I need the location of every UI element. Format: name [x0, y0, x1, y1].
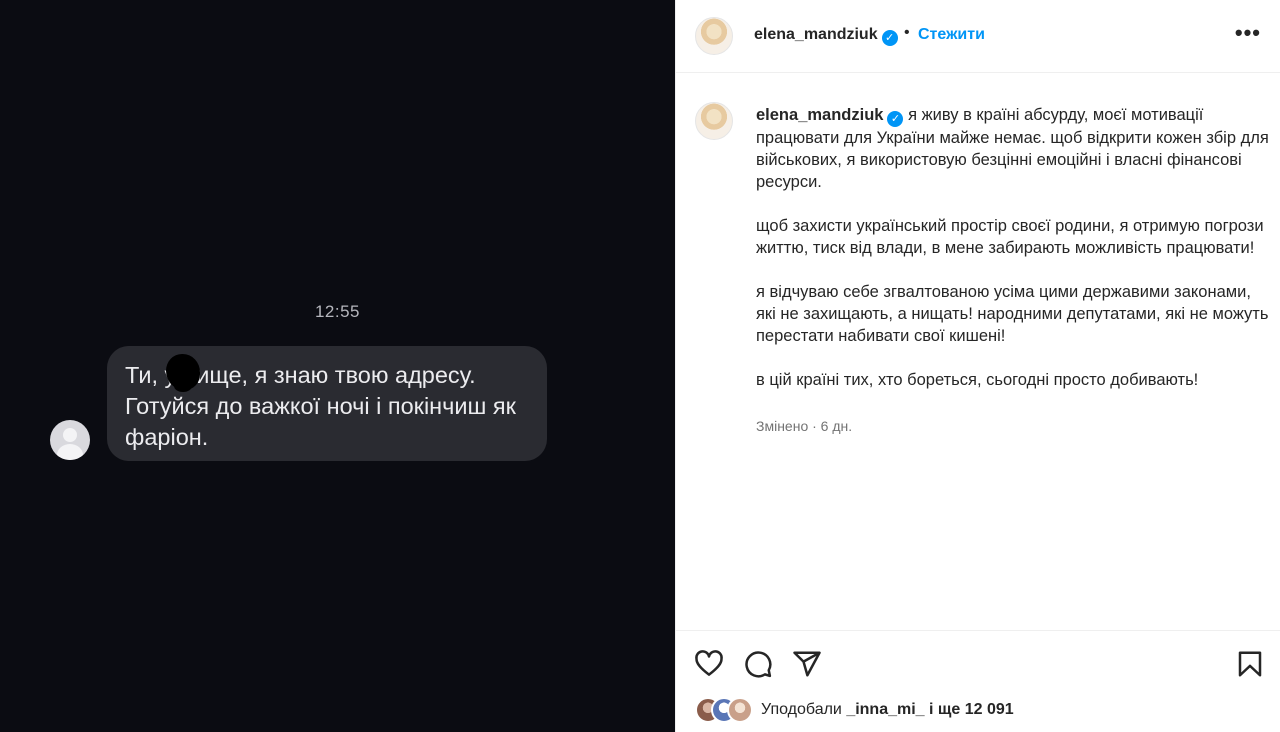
caption-author-avatar[interactable]: [695, 102, 733, 140]
share-icon[interactable]: [792, 649, 822, 679]
caption-edited-meta: Змінено · 6 дн.: [756, 418, 853, 434]
separator-dot: •: [904, 24, 910, 41]
dm-message-line: Готуйся до важкої ночі і покінчиш як: [125, 393, 516, 419]
follow-button[interactable]: Стежити: [918, 26, 985, 44]
verified-badge-icon: ✓: [887, 111, 904, 127]
post-header: elena_mandziuk ✓ • Стежити •••: [676, 0, 1280, 73]
dm-message-line: фаріон.: [125, 424, 209, 450]
likes-text: Уподобали _inna_mi_ і ще 12 091: [761, 701, 1014, 719]
post-panel: elena_mandziuk ✓ • Стежити ••• elena_mand…: [675, 0, 1280, 732]
more-options-icon[interactable]: •••: [1235, 20, 1261, 46]
caption-paragraph: я відчуваю себе згвалтованою усіма цими …: [756, 283, 1269, 345]
liker-avatar: [727, 697, 753, 723]
bookmark-icon[interactable]: [1235, 649, 1265, 679]
sender-avatar: [50, 420, 90, 460]
caption-text: elena_mandziuk ✓ я живу в країні абсурду,…: [756, 104, 1272, 413]
heart-icon[interactable]: [694, 649, 724, 679]
post-image[interactable]: 12:55 Ти, у бище, я знаю твою адресу. Го…: [0, 0, 675, 732]
likes-count[interactable]: і ще 12 091: [929, 701, 1014, 718]
author-username-link[interactable]: elena_mandziuk ✓: [754, 26, 898, 46]
comment-icon[interactable]: [743, 649, 773, 679]
dm-timestamp: 12:55: [314, 302, 361, 321]
action-bar: Уподобали _inna_mi_ і ще 12 091: [676, 630, 1280, 732]
caption-paragraph: щоб захисти український простір своєї ро…: [756, 217, 1264, 257]
caption-section: elena_mandziuk ✓ я живу в країні абсурду,…: [676, 74, 1280, 630]
author-avatar[interactable]: [695, 17, 733, 55]
author-username[interactable]: elena_mandziuk: [754, 26, 878, 43]
caption-paragraph: elena_mandziuk ✓ я живу в країні абсурду,…: [756, 104, 1272, 193]
liker-username-link[interactable]: _inna_mi_: [846, 701, 924, 718]
censor-blot: [166, 354, 200, 392]
caption-username[interactable]: elena_mandziuk: [756, 106, 883, 124]
caption-paragraph: в цій країні тих, хто бореться, сьогодні…: [756, 371, 1199, 389]
verified-badge-icon: ✓: [881, 30, 898, 46]
likes-prefix: Уподобали: [761, 701, 842, 718]
